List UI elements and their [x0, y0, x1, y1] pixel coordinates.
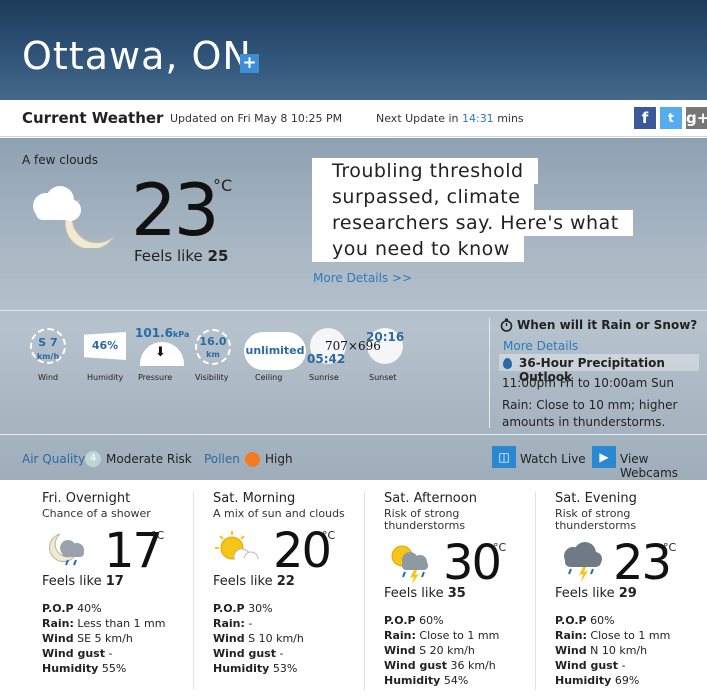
forecast-details: P.O.P 40% Rain: Less than 1 mm Wind SE 5… [42, 602, 166, 675]
sun-cloud-icon [215, 531, 259, 567]
divider [489, 318, 490, 428]
overlay-line: researchers say. Here's what [312, 210, 633, 236]
divider [193, 492, 194, 690]
forecast-card: Sat. Evening Risk of strong thunderstorm… [555, 491, 695, 532]
humidity-icon: 46% [84, 332, 126, 360]
forecast-description: A mix of sun and clouds [213, 507, 345, 520]
arrow-down-icon: ⬇ [155, 345, 166, 360]
forecast-period: Sat. Afternoon [384, 491, 477, 506]
city-title: Ottawa, ON [22, 34, 252, 78]
forecast-feels-like: Feels like 17 [42, 574, 124, 589]
forecast-details: P.O.P 60% Rain: Close to 1 mm Wind S 20 … [384, 614, 500, 687]
moon-cloud-rain-icon [49, 533, 84, 566]
forecast-temperature: 23 [613, 535, 672, 591]
forecast-description: Risk of strong thunderstorms [384, 507, 466, 532]
pressure-label: Pressure [138, 373, 173, 382]
google-plus-icon[interactable]: g+ [686, 107, 707, 129]
tv-icon[interactable]: ◫ [492, 446, 516, 468]
sunrise-time: 05:42 [307, 352, 346, 366]
webcam-icon[interactable]: ▶ [592, 446, 616, 468]
pollen-level: High [265, 452, 293, 466]
forecast-period: Sat. Morning [213, 491, 296, 506]
condition-text: A few clouds [22, 153, 99, 167]
ceiling-label: Ceiling [255, 373, 283, 382]
forecast-description: Risk of strong thunderstorms [555, 507, 637, 532]
rain-more-details-link[interactable]: More Details [503, 339, 578, 353]
stopwatch-icon [500, 318, 513, 332]
updated-timestamp: Updated on Fri May 8 10:25 PM [170, 112, 343, 125]
forecast-unit: °C [663, 541, 677, 554]
twitter-icon[interactable]: t [660, 107, 682, 129]
forecast-unit: °C [322, 529, 336, 542]
wind-label: Wind [38, 373, 59, 382]
raindrop-icon [503, 358, 512, 369]
feels-like: Feels like 25 [134, 247, 229, 265]
sun-thunderstorm-icon [391, 545, 428, 584]
pollen-link[interactable]: Pollen [204, 452, 240, 466]
forecast-temperature: 30 [443, 535, 502, 591]
visibility-label: Visibility [195, 373, 229, 382]
forecast-feels-like: Feels like 29 [555, 586, 637, 601]
header-banner: Ottawa, ON + [0, 0, 707, 100]
forecast-details: P.O.P 60% Rain: Close to 1 mm Wind N 10 … [555, 614, 671, 687]
forecast-unit: °C [151, 529, 165, 542]
next-update-countdown: 14:31 [461, 112, 494, 125]
current-temperature: 23 [131, 168, 220, 252]
news-overlay[interactable]: Troubling threshold surpassed, climate r… [312, 158, 697, 262]
divider [535, 492, 536, 690]
forecast-period: Sat. Evening [555, 491, 637, 506]
forecast-description: Chance of a shower [42, 507, 151, 520]
overlay-line: Troubling threshold [312, 158, 538, 184]
plus-icon[interactable]: + [240, 54, 259, 73]
wind-icon: S 7 km/h [30, 328, 66, 364]
visibility-icon: 16.0 km [195, 329, 231, 365]
moon-cloud-icon [33, 186, 115, 248]
sunset-label: Sunset [369, 373, 397, 382]
forecast-unit: °C [493, 541, 507, 554]
next-update: Next Update in 14:31 mins [376, 112, 524, 125]
divider [0, 310, 707, 311]
forecast-period: Fri. Overnight [42, 491, 131, 506]
dimension-watermark: 707×696 [325, 339, 381, 353]
view-webcams-link[interactable]: View Webcams [620, 452, 707, 480]
forecast-feels-like: Feels like 35 [384, 586, 466, 601]
current-weather-title: Current Weather [22, 109, 164, 127]
current-weather-bar: Current Weather Updated on Fri May 8 10:… [0, 100, 707, 137]
humidity-label: Humidity [87, 373, 124, 382]
forecast-feels-like: Feels like 22 [213, 574, 295, 589]
cloud-thunderstorm-icon [564, 542, 602, 582]
precip-outlook-text: 11:00pm Fri to 10:00am Sun Rain: Close t… [502, 376, 678, 429]
air-quality-risk: Moderate Risk [106, 452, 192, 466]
forecast-card: Fri. Overnight Chance of a shower [42, 491, 202, 520]
pressure-value: 101.6kPa [135, 326, 190, 340]
forecast-card: Sat. Morning A mix of sun and clouds [213, 491, 373, 520]
air-quality-link[interactable]: Air Quality [22, 452, 85, 466]
forecast-card: Sat. Afternoon Risk of strong thundersto… [384, 491, 524, 532]
pollen-level-dot [245, 452, 260, 467]
sunrise-label: Sunrise [309, 373, 339, 382]
divider [0, 434, 707, 435]
temperature-unit: °C [213, 176, 233, 195]
more-details-link[interactable]: More Details >> [313, 271, 412, 285]
forecast-details: P.O.P 30% Rain: - Wind S 10 km/h Wind gu… [213, 602, 304, 675]
rain-snow-question: When will it Rain or Snow? [517, 318, 698, 332]
air-quality-index-badge: 4 [85, 451, 101, 467]
feels-like-value: 25 [207, 247, 229, 265]
overlay-line: surpassed, climate [312, 184, 535, 210]
overlay-line: you need to know [312, 236, 524, 262]
watch-live-link[interactable]: Watch Live [520, 452, 586, 466]
divider [364, 492, 365, 690]
facebook-icon[interactable]: f [634, 107, 656, 129]
ceiling-cloud-icon: unlimited [244, 332, 306, 370]
